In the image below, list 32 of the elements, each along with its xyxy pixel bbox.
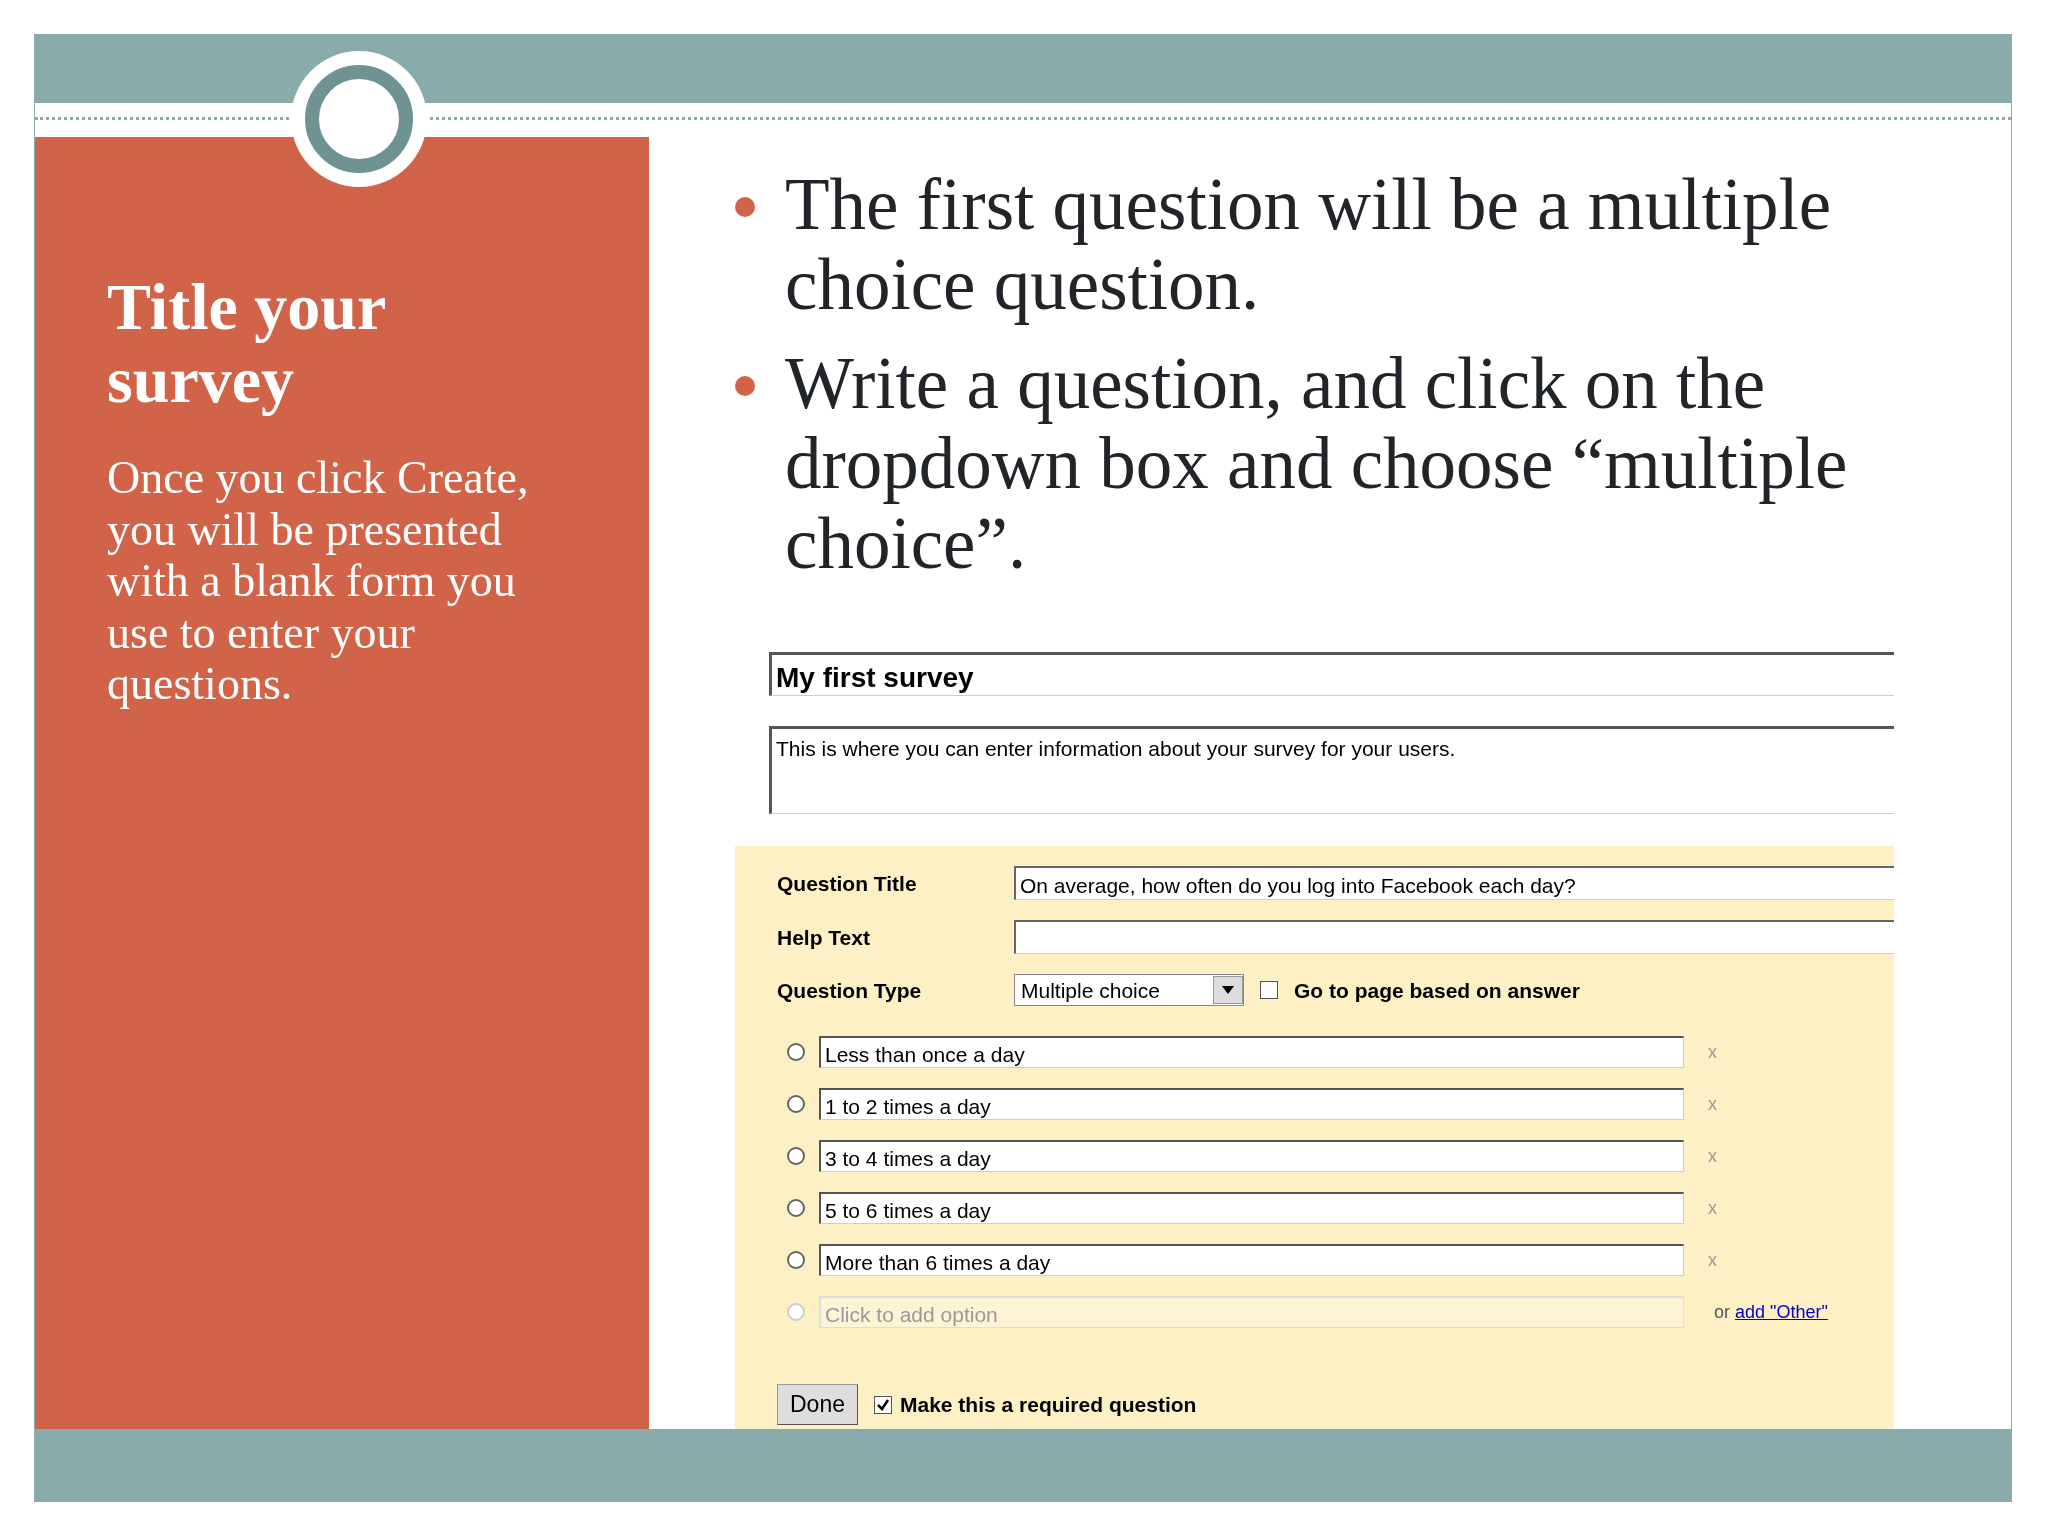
bullet-icon: [735, 375, 755, 396]
checkbox[interactable]: [1260, 981, 1278, 1000]
checkbox-label: Go to page based on answer: [1294, 977, 1580, 1004]
radio-button[interactable]: [787, 1147, 805, 1166]
body-text: Once you click Create, you will be presented with a blank form you use to enter your questions.: [107, 452, 530, 710]
bullet-icon: [735, 197, 755, 217]
checkbox[interactable]: [874, 1395, 892, 1414]
option-field[interactable]: 1 to 2 times a day: [819, 1088, 1684, 1121]
checkbox-label: Make this a required question: [900, 1392, 1197, 1418]
radio-button[interactable]: [787, 1199, 805, 1218]
option-field[interactable]: 3 to 4 times a day: [819, 1140, 1684, 1173]
description-field[interactable]: This is where you can enter information about your survey for your users.: [769, 726, 1894, 815]
title-field[interactable]: My first survey: [769, 652, 1894, 697]
option-field[interactable]: 5 to 6 times a day: [819, 1192, 1684, 1225]
option-field[interactable]: Less than once a day: [819, 1036, 1684, 1069]
radio-button[interactable]: [787, 1095, 805, 1114]
or-text: or add "Other": [1714, 1301, 1828, 1324]
radio-button[interactable]: [787, 1043, 805, 1062]
add-other-link[interactable]: add "Other": [1735, 1302, 1828, 1322]
field-label: Question Type: [777, 977, 923, 1004]
field-label: Help Text: [777, 924, 871, 951]
option-field[interactable]: More than 6 times a day: [819, 1244, 1684, 1277]
input-field[interactable]: [1014, 920, 1894, 955]
caret-icon: [1213, 976, 1243, 1005]
bullet-text: Write a question, and click on the dropdown box and choose “multiple choice”.: [785, 343, 1849, 585]
input-field[interactable]: On average, how often do you log into Facebook each day?: [1014, 866, 1894, 901]
done-button[interactable]: Done: [777, 1384, 858, 1425]
radio-button[interactable]: [787, 1251, 805, 1270]
field-label: Question Title: [777, 870, 918, 897]
bullet-text: The first question will be a multiple choice question.: [785, 165, 1833, 326]
type-dropdown[interactable]: Multiple choice: [1014, 974, 1244, 1007]
slide-title: Title your survey: [107, 271, 387, 417]
